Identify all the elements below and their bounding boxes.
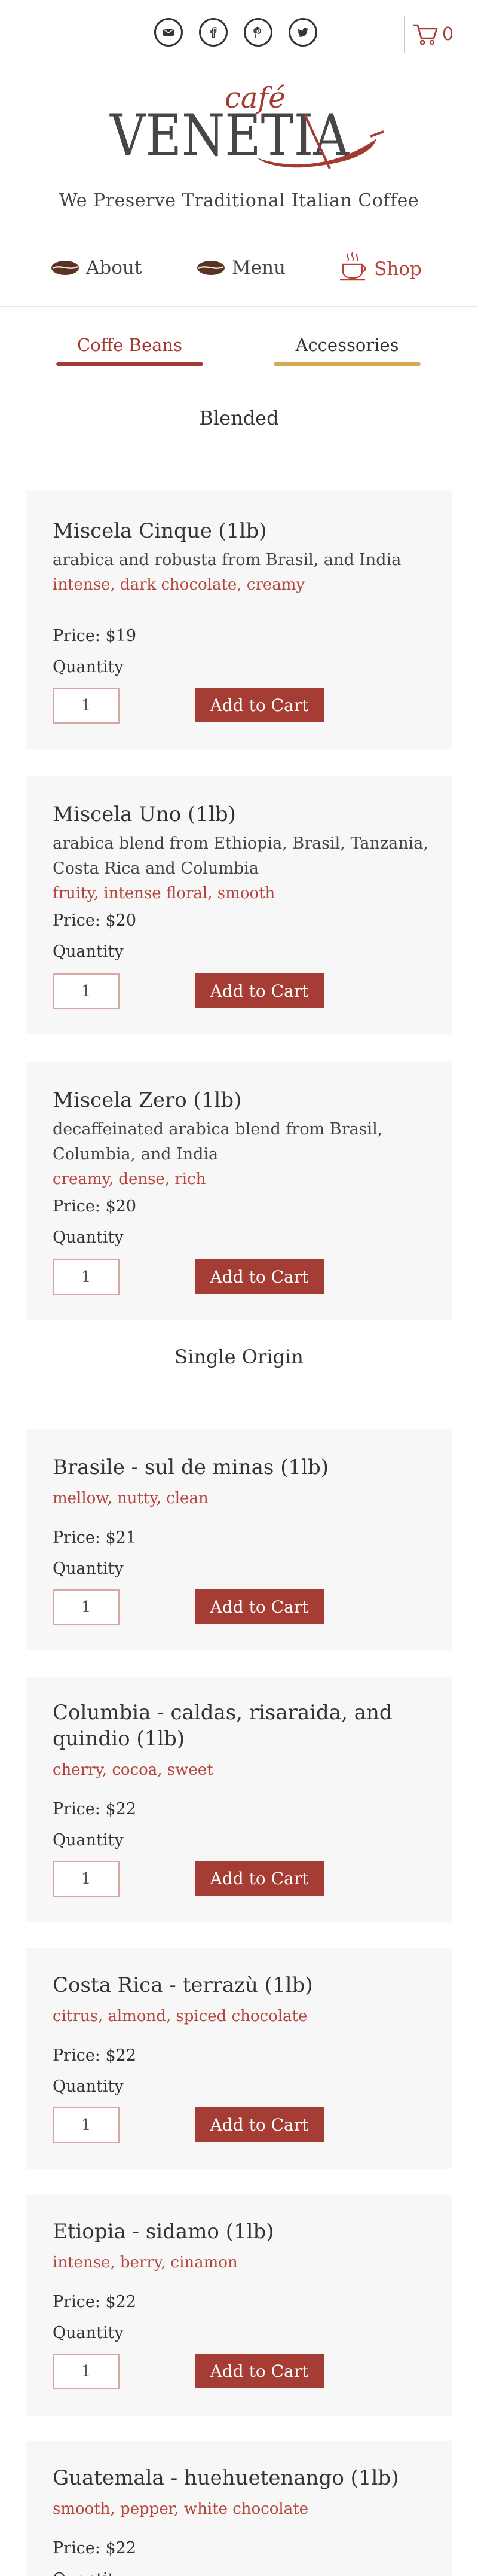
quantity-label: Quantity — [53, 658, 124, 676]
nav-item-about[interactable]: About — [50, 257, 142, 279]
product-name: Guatemala - huehuetenango (1lb) — [53, 2466, 399, 2490]
quantity-input[interactable] — [53, 1589, 120, 1625]
pinterest-icon[interactable] — [244, 18, 272, 47]
quantity-label: Quantity — [53, 2570, 124, 2576]
tab-coffee-beans[interactable]: Coffe Beans — [56, 335, 203, 366]
product-card: Columbia - caldas, risaraida, and quindi… — [26, 1677, 452, 1922]
add-to-cart-button[interactable]: Add to Cart — [195, 688, 324, 722]
product-name: Columbia - caldas, risaraida, and quindi… — [53, 1701, 393, 1751]
quantity-label: Quantity — [53, 1559, 124, 1578]
cafe-venetia-logo[interactable]: café VENETIA — [108, 79, 388, 175]
tab-underline — [274, 362, 421, 366]
quantity-label: Quantity — [53, 1831, 124, 1849]
tasting-notes: mellow, nutty, clean — [53, 1490, 209, 1507]
header-divider — [0, 306, 478, 307]
tasting-notes: intense, dark chocolate, creamy — [53, 576, 305, 594]
product-name: Brasile - sul de minas (1lb) — [53, 1455, 329, 1479]
tasting-notes: citrus, almond, spiced chocolate — [53, 2007, 308, 2025]
email-icon[interactable] — [154, 18, 183, 47]
product-card: Costa Rica - terrazù (1lb) citrus, almon… — [26, 1948, 452, 2169]
coffee-bean-icon — [196, 260, 226, 276]
section-title-single-origin: Single Origin — [174, 1345, 304, 1368]
facebook-icon[interactable] — [199, 18, 228, 47]
tab-accessories[interactable]: Accessories — [274, 335, 421, 366]
top-bar: 0 — [0, 0, 478, 66]
nav-item-menu[interactable]: Menu — [196, 257, 286, 279]
product-name: Miscela Uno (1lb) — [53, 802, 236, 826]
add-to-cart-button[interactable]: Add to Cart — [195, 2354, 324, 2388]
product-description: arabica blend from Ethiopia, Brasil, Tan… — [53, 834, 428, 878]
tab-label: Coffe Beans — [77, 335, 182, 355]
add-to-cart-button[interactable]: Add to Cart — [195, 1259, 324, 1294]
tab-label: Accessories — [295, 335, 399, 355]
product-name: Miscela Cinque (1lb) — [53, 519, 267, 543]
section-title-blended: Blended — [199, 407, 279, 429]
nav-label-menu: Menu — [232, 257, 286, 279]
product-price: Price: $20 — [53, 911, 137, 930]
product-price: Price: $21 — [53, 1528, 137, 1547]
nav-label-shop: Shop — [374, 258, 422, 280]
product-card: Miscela Uno (1lb) arabica blend from Eth… — [26, 776, 452, 1034]
quantity-input[interactable] — [53, 973, 120, 1009]
quantity-input[interactable] — [53, 2107, 120, 2143]
product-price: Price: $22 — [53, 2539, 137, 2557]
nav-label-about: About — [86, 257, 142, 279]
coffee-cup-icon — [338, 251, 368, 287]
product-price: Price: $22 — [53, 1800, 137, 1818]
product-card: Miscela Zero (1lb) decaffeinated arabica… — [26, 1062, 452, 1320]
cart-count: 0 — [442, 23, 454, 45]
tasting-notes: fruity, intense floral, smooth — [53, 884, 275, 902]
product-card: Brasile - sul de minas (1lb) mellow, nut… — [26, 1429, 452, 1650]
quantity-label: Quantity — [53, 942, 124, 961]
coffee-bean-icon — [50, 260, 80, 276]
tab-underline — [56, 362, 203, 366]
tasting-notes: creamy, dense, rich — [53, 1170, 206, 1188]
quantity-label: Quantity — [53, 1228, 124, 1247]
product-description: arabica and robusta from Brasil, and Ind… — [53, 551, 402, 569]
product-name: Miscela Zero (1lb) — [53, 1088, 242, 1112]
product-card: Guatemala - huehuetenango (1lb) smooth, … — [26, 2441, 452, 2576]
quantity-label: Quantity — [53, 2324, 124, 2342]
cart-button[interactable]: 0 — [404, 16, 454, 53]
add-to-cart-button[interactable]: Add to Cart — [195, 2107, 324, 2142]
add-to-cart-button[interactable]: Add to Cart — [195, 1589, 324, 1624]
add-to-cart-button[interactable]: Add to Cart — [195, 973, 324, 1008]
twitter-icon[interactable] — [289, 18, 317, 47]
quantity-input[interactable] — [53, 1259, 120, 1295]
main-nav: About Menu Shop — [0, 251, 478, 291]
product-card: Etiopia - sidamo (1lb) intense, berry, c… — [26, 2195, 452, 2416]
product-price: Price: $22 — [53, 2046, 137, 2065]
nav-item-shop[interactable]: Shop — [338, 251, 422, 287]
quantity-input[interactable] — [53, 688, 120, 724]
tasting-notes: cherry, cocoa, sweet — [53, 1761, 213, 1779]
tagline: We Preserve Traditional Italian Coffee — [59, 190, 419, 211]
product-name: Costa Rica - terrazù (1lb) — [53, 1973, 313, 1997]
quantity-label: Quantity — [53, 2077, 124, 2096]
social-links — [154, 18, 317, 47]
quantity-input[interactable] — [53, 2354, 120, 2389]
shopping-cart-icon — [413, 24, 438, 45]
product-price: Price: $20 — [53, 1197, 137, 1216]
tasting-notes: smooth, pepper, white chocolate — [53, 2500, 309, 2518]
product-card: Miscela Cinque (1lb) arabica and robusta… — [26, 490, 452, 749]
product-description: decaffeinated arabica blend from Brasil,… — [53, 1120, 383, 1164]
product-name: Etiopia - sidamo (1lb) — [53, 2220, 274, 2244]
product-price: Price: $22 — [53, 2293, 137, 2311]
quantity-input[interactable] — [53, 1861, 120, 1897]
tasting-notes: intense, berry, cinamon — [53, 2254, 238, 2272]
product-price: Price: $19 — [53, 627, 137, 645]
shop-page: 0 café VENETIA We Preserve Traditional I… — [0, 0, 478, 2576]
add-to-cart-button[interactable]: Add to Cart — [195, 1861, 324, 1896]
